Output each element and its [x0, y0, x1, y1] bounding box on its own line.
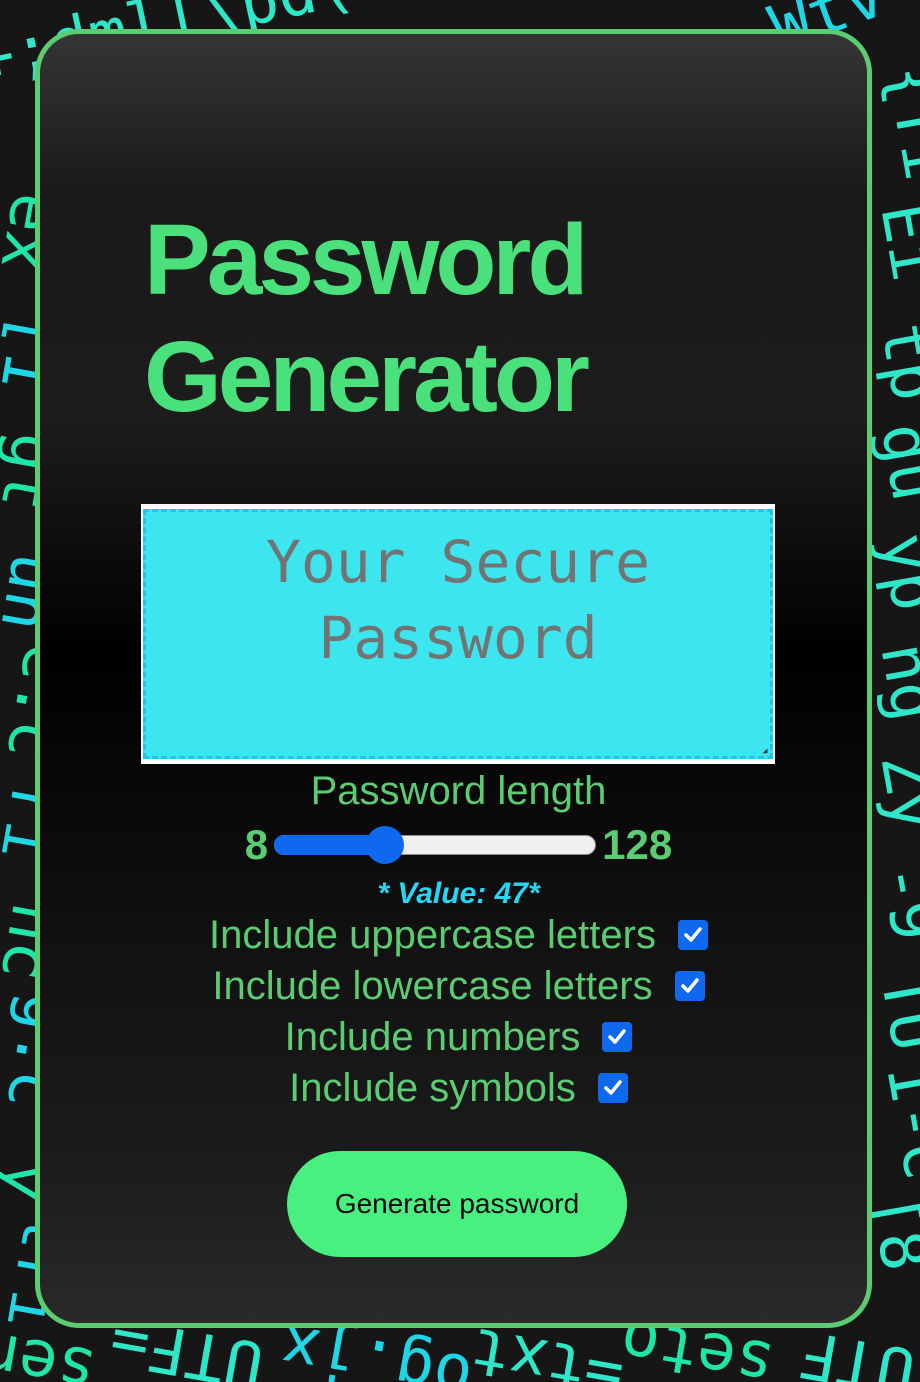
resize-handle-icon[interactable]: ◢ — [762, 747, 768, 755]
checkmark-icon — [684, 927, 702, 942]
option-lowercase: Include lowercase letters — [40, 963, 877, 1009]
background-glyph: ng — [865, 637, 920, 727]
generator-card: Password Generator Your Secure Password … — [35, 29, 872, 1328]
option-uppercase: Include uppercase letters — [40, 912, 877, 958]
background-glyph: sen — [0, 1315, 102, 1382]
checkmark-icon — [608, 1029, 627, 1044]
page-title: Password Generator — [144, 202, 664, 436]
background-glyph: Ei — [865, 197, 920, 287]
uppercase-checkbox[interactable] — [677, 920, 708, 950]
password-output-frame: Your Secure Password ◢ — [141, 504, 775, 764]
password-length-label: Password length — [310, 769, 607, 813]
length-slider-row: 8 128 — [40, 822, 877, 868]
generate-password-button[interactable]: Generate password — [287, 1151, 627, 1257]
background-glyph: gu — [865, 417, 920, 507]
option-symbols: Include symbols — [40, 1065, 877, 1111]
option-label: Include numbers — [284, 1015, 581, 1059]
checkmark-icon — [604, 1080, 622, 1095]
option-numbers: Include numbers — [40, 1014, 877, 1060]
slider-thumb[interactable] — [366, 826, 405, 864]
slider-max-label: 128 — [602, 821, 673, 868]
title-line-1: Password — [144, 204, 588, 316]
numbers-checkbox[interactable] — [602, 1022, 633, 1052]
option-label: Include uppercase letters — [209, 913, 656, 957]
length-value: * Value: 47* — [377, 877, 540, 910]
background-glyph: {Ti — [871, 58, 920, 186]
background-glyph: Zy — [865, 747, 920, 837]
background-glyph: UTF — [794, 1315, 920, 1382]
password-output[interactable]: Your Secure Password ◢ — [143, 509, 773, 759]
title-line-2: Generator — [144, 321, 590, 433]
option-label: Include lowercase letters — [212, 964, 653, 1008]
slider-min-label: 8 — [244, 821, 269, 868]
lowercase-checkbox[interactable] — [674, 971, 705, 1001]
option-label: Include symbols — [289, 1066, 576, 1110]
background-glyph: TU — [865, 967, 920, 1057]
background-glyph: tp — [865, 317, 920, 407]
background-glyph: -9 — [865, 857, 920, 947]
password-placeholder: Your Secure Password — [265, 528, 651, 672]
length-slider[interactable] — [274, 826, 597, 864]
checkmark-icon — [680, 978, 699, 993]
background-glyph: yp — [865, 527, 920, 617]
symbols-checkbox[interactable] — [597, 1073, 628, 1103]
background-glyph: I-c — [871, 1058, 920, 1186]
